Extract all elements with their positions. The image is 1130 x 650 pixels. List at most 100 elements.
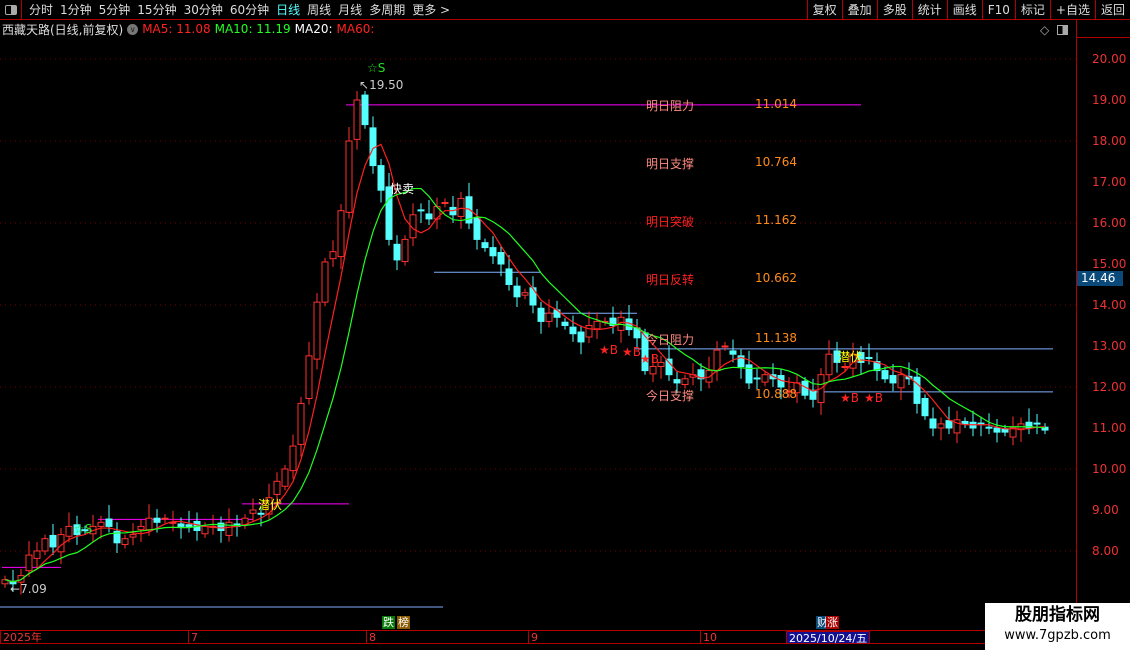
candle-up xyxy=(321,261,329,303)
candle-down xyxy=(473,217,481,240)
candle-down xyxy=(153,517,161,523)
candle-down xyxy=(889,375,897,384)
candle-down xyxy=(257,512,265,515)
buy-signal: ★B xyxy=(840,391,859,405)
watermark: 股朋指标网 www.7gpzb.com xyxy=(985,603,1130,650)
candle-up xyxy=(353,99,361,140)
candle-down xyxy=(753,377,761,380)
candle-up xyxy=(249,509,257,514)
level-value: 10.662 xyxy=(755,271,797,285)
high-price: 19.50 xyxy=(369,78,404,92)
candle-down xyxy=(185,524,193,527)
candle-up xyxy=(329,251,337,260)
star-s-marker: ☆S xyxy=(367,61,386,75)
candle-down xyxy=(729,350,737,355)
candle-up xyxy=(273,480,281,495)
price-tick: 11.00 xyxy=(1092,421,1127,435)
candle-up xyxy=(33,550,41,559)
level-label: 今日阻力 xyxy=(646,333,695,347)
candle-up xyxy=(593,320,601,330)
price-tick: 18.00 xyxy=(1092,134,1127,148)
candle-up xyxy=(897,374,905,389)
date-label: 2025年 xyxy=(0,631,42,644)
toolbar-button-8[interactable]: 返回 xyxy=(1094,0,1130,20)
candle-down xyxy=(361,94,369,126)
star-s-marker: ☆S xyxy=(74,522,93,536)
candle-up xyxy=(41,538,49,552)
candle-down xyxy=(985,426,993,429)
candle-up xyxy=(297,402,305,445)
price-tick: 12.00 xyxy=(1092,380,1127,394)
ambush-signal: 潜伏 xyxy=(258,498,283,512)
candle-up xyxy=(649,366,657,375)
level-value: 10.888 xyxy=(755,387,797,401)
candle-up xyxy=(441,202,449,204)
candle-up xyxy=(137,525,145,531)
candle-up xyxy=(721,345,729,348)
candle-up xyxy=(225,521,233,536)
tag-fall[interactable]: 跌 xyxy=(382,616,395,629)
candle-up xyxy=(585,325,593,338)
ma-fast-line xyxy=(4,143,1046,583)
candle-up xyxy=(705,370,713,383)
candle-down xyxy=(393,243,401,261)
level-label: 明日支撑 xyxy=(646,157,695,171)
candle-up xyxy=(825,353,833,376)
candle-down xyxy=(489,247,497,257)
buy-signal: ★B xyxy=(622,345,641,359)
sell-signal: 快卖 xyxy=(390,182,415,196)
candle-up xyxy=(841,366,849,368)
candle-up xyxy=(713,349,721,372)
price-axis-border xyxy=(1076,20,1077,632)
candle-down xyxy=(513,285,521,298)
price-tick: 9.00 xyxy=(1092,503,1119,517)
candlestick-chart[interactable] xyxy=(0,0,1076,630)
tag-rise[interactable]: 涨 xyxy=(826,616,839,629)
candle-down xyxy=(921,397,929,417)
candle-down xyxy=(577,331,585,343)
level-value: 10.764 xyxy=(755,155,797,169)
candle-up xyxy=(145,517,153,531)
candle-down xyxy=(945,420,953,429)
candle-up xyxy=(289,445,297,472)
level-label: 明日反转 xyxy=(646,273,695,287)
candle-down xyxy=(49,534,57,548)
candle-down xyxy=(537,307,545,322)
candle-up xyxy=(313,301,321,360)
candle-down xyxy=(481,242,489,249)
price-tick: 14.00 xyxy=(1092,298,1127,312)
candle-down xyxy=(977,422,985,425)
candle-up xyxy=(761,374,769,383)
high-price-label: ↖19.50 xyxy=(359,78,404,92)
watermark-name: 股朋指标网 xyxy=(1015,605,1100,625)
level-label: 今日支撑 xyxy=(646,389,695,403)
buy-signal: ★B xyxy=(864,391,883,405)
level-label: 明日阻力 xyxy=(646,99,695,113)
price-tick: 20.00 xyxy=(1092,52,1127,66)
candle-up xyxy=(201,525,209,535)
price-tick: 15.00 xyxy=(1092,257,1127,271)
date-label: 9 xyxy=(528,631,538,644)
buy-signal: ★B xyxy=(640,352,659,366)
level-label: 明日突破 xyxy=(646,215,695,229)
price-tick: 19.00 xyxy=(1092,93,1127,107)
price-tick: 13.00 xyxy=(1092,339,1127,353)
candle-down xyxy=(105,518,113,527)
candle-down xyxy=(529,287,537,306)
date-label: 10 xyxy=(700,631,717,644)
price-tick: 17.00 xyxy=(1092,175,1127,189)
price-tick: 10.00 xyxy=(1092,462,1127,476)
candle-down xyxy=(913,376,921,404)
candle-down xyxy=(865,356,873,359)
candle-down xyxy=(745,364,753,384)
tag-rank[interactable]: 榜 xyxy=(397,616,410,629)
level-value: 11.162 xyxy=(755,213,797,227)
ma-slow-line xyxy=(4,187,1046,583)
candle-down xyxy=(881,370,889,380)
low-price: 7.09 xyxy=(20,582,47,596)
candle-up xyxy=(161,517,169,520)
date-label: 8 xyxy=(366,631,376,644)
candle-down xyxy=(569,326,577,335)
candle-up xyxy=(681,378,689,386)
price-tick: 16.00 xyxy=(1092,216,1127,230)
